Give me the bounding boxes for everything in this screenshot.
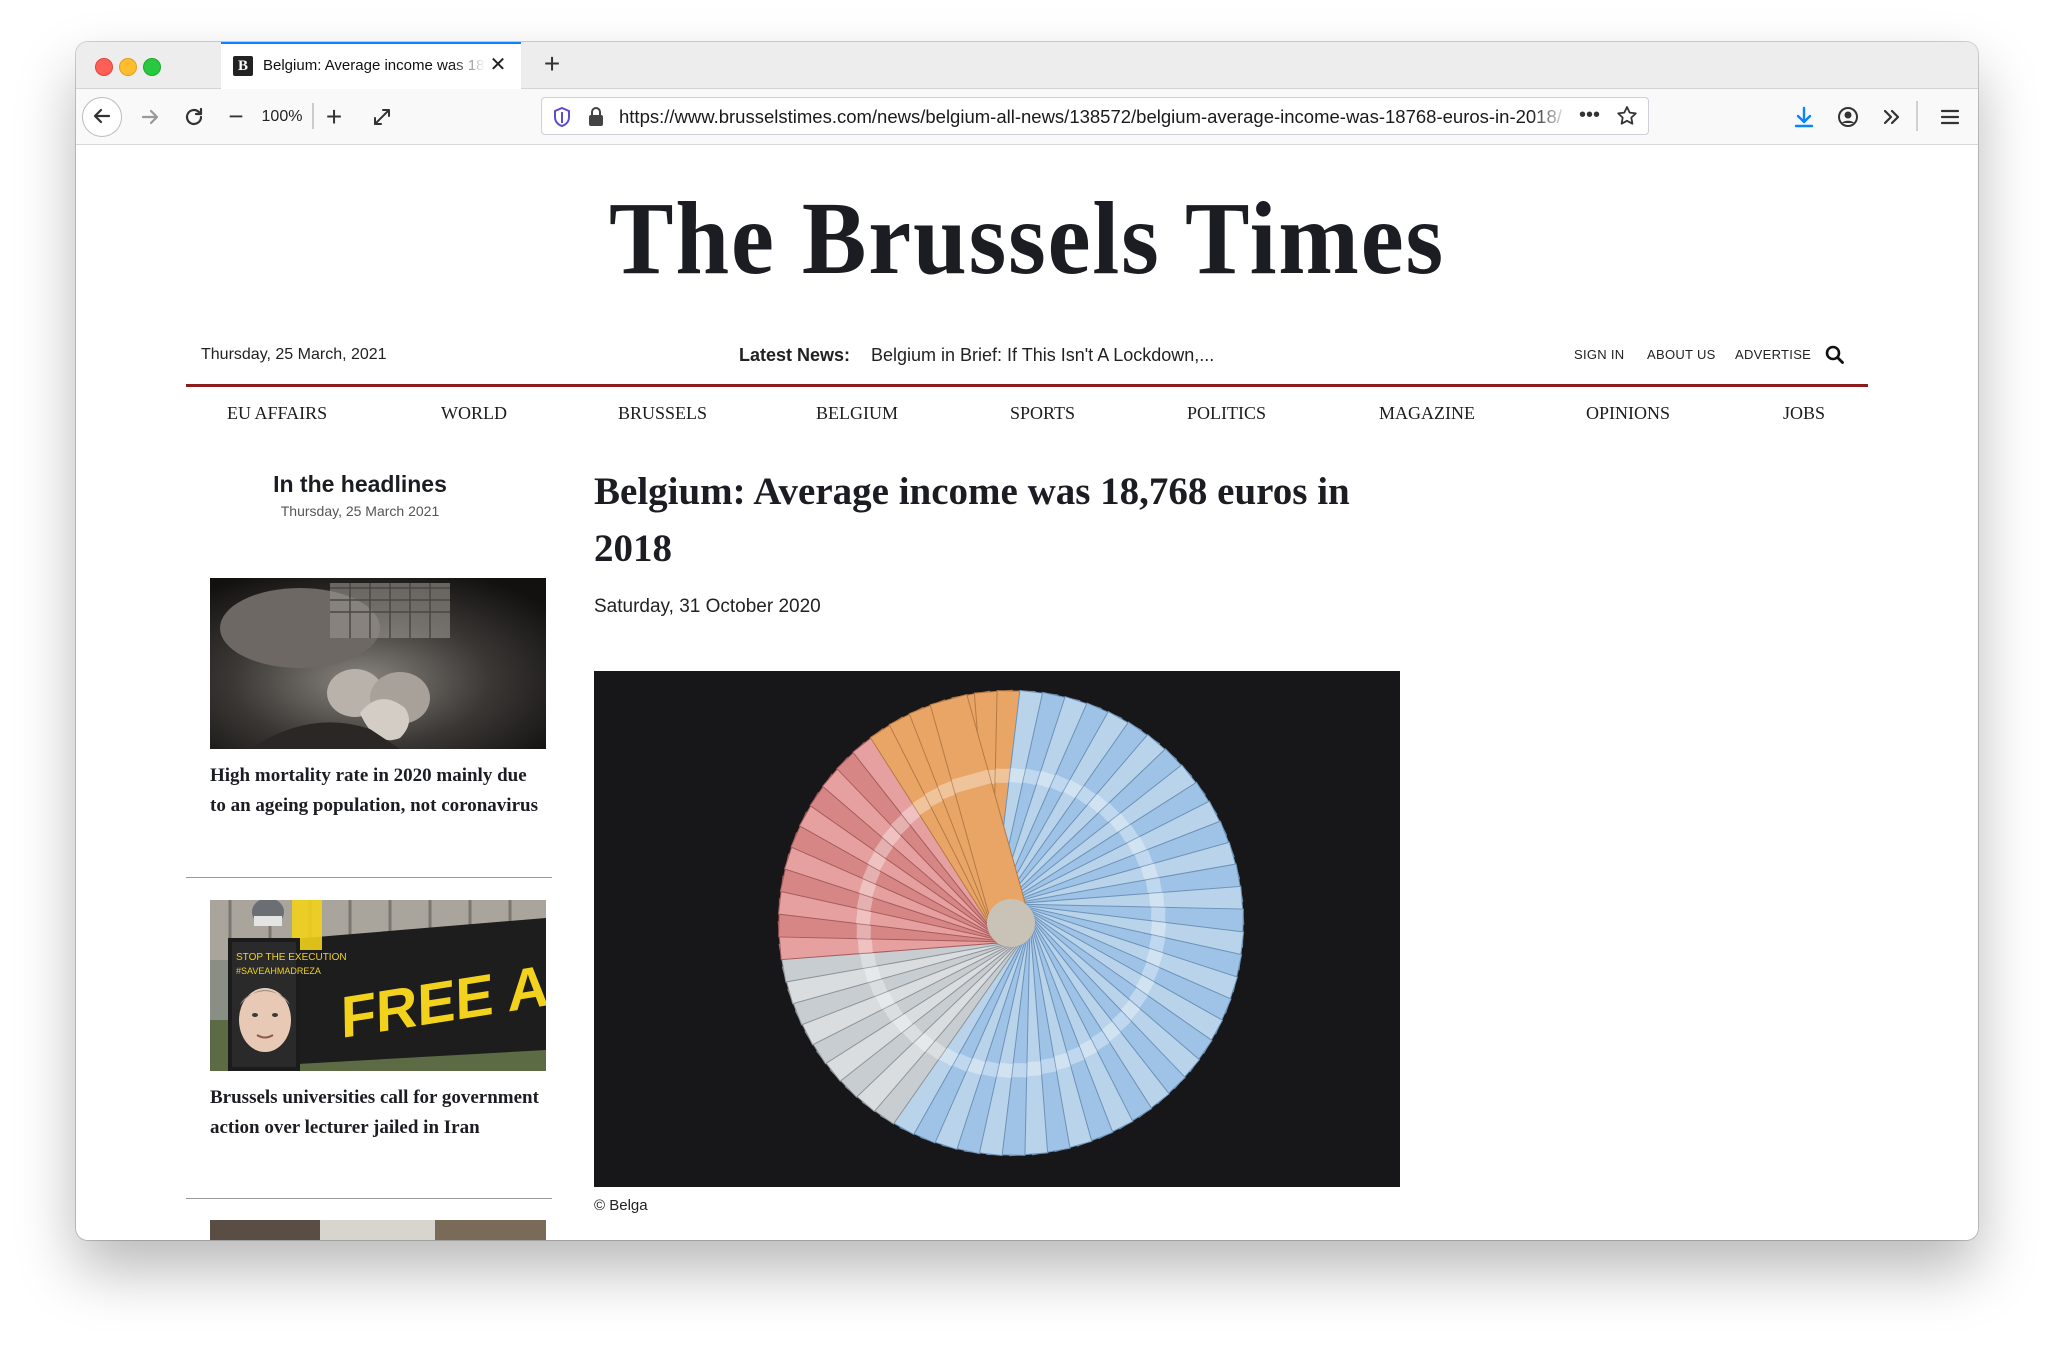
lock-icon[interactable]: [587, 106, 605, 133]
nav-brussels[interactable]: BRUSSELS: [618, 393, 707, 433]
zoom-divider: [312, 103, 314, 129]
back-button[interactable]: [82, 97, 122, 137]
sidebar-divider: [186, 1198, 552, 1199]
about-us-link[interactable]: ABOUT US: [1647, 331, 1716, 379]
nav-politics[interactable]: POLITICS: [1187, 393, 1266, 433]
advertise-link[interactable]: ADVERTISE: [1735, 331, 1811, 379]
downloads-icon[interactable]: [1784, 89, 1824, 144]
article-date: Saturday, 31 October 2020: [594, 596, 821, 617]
search-icon[interactable]: [1824, 344, 1846, 371]
headline-link-1[interactable]: High mortality rate in 2020 mainly due t…: [210, 761, 546, 821]
zoom-level[interactable]: 100%: [256, 89, 308, 144]
hamburger-menu-icon[interactable]: [1930, 89, 1970, 144]
headline-thumbnail-1[interactable]: [210, 578, 546, 749]
account-icon[interactable]: [1828, 89, 1868, 144]
reload-icon: [185, 107, 203, 125]
headline-thumbnail-3[interactable]: [210, 1220, 546, 1240]
nav-sports[interactable]: SPORTS: [1010, 393, 1075, 433]
address-bar[interactable]: https://www.brusselstimes.com/news/belgi…: [541, 97, 1649, 135]
tab-title: Belgium: Average income was 18,768 euros…: [263, 57, 485, 74]
close-tab-icon[interactable]: ✕: [487, 54, 509, 76]
forward-button[interactable]: [130, 89, 170, 144]
sidebar-date: Thursday, 25 March 2021: [280, 503, 440, 519]
tab-strip: B Belgium: Average income was 18,768 eur…: [76, 42, 1978, 89]
navigation-toolbar: − 100% + https://www.brusselstimes.com/n…: [76, 89, 1978, 145]
main-navigation: EU AFFAIRS WORLD BRUSSELS BELGIUM SPORTS…: [186, 393, 1868, 433]
nav-belgium[interactable]: BELGIUM: [816, 393, 898, 433]
nav-eu-affairs[interactable]: EU AFFAIRS: [227, 393, 327, 433]
sign-text: STOP THE EXECUTION: [236, 952, 347, 963]
nav-world[interactable]: WORLD: [441, 393, 507, 433]
top-info-bar: Thursday, 25 March, 2021 Latest News: Be…: [186, 331, 1868, 379]
forward-arrow-icon: [141, 109, 159, 124]
minimize-window-button[interactable]: [119, 58, 137, 76]
new-tab-button[interactable]: +: [538, 50, 566, 78]
zoom-in-button[interactable]: +: [316, 89, 352, 144]
active-tab[interactable]: B Belgium: Average income was 18,768 eur…: [221, 42, 521, 89]
sidebar-title: In the headlines: [273, 471, 447, 497]
headline-link-2[interactable]: Brussels universities call for governmen…: [210, 1083, 546, 1143]
tracking-protection-icon[interactable]: [552, 106, 572, 133]
fullscreen-button[interactable]: [362, 89, 402, 144]
favicon-icon: B: [233, 56, 253, 76]
zoom-window-button[interactable]: [143, 58, 161, 76]
overflow-menu-icon[interactable]: [1872, 89, 1912, 144]
back-arrow-icon: [93, 108, 111, 123]
sign-in-link[interactable]: SIGN IN: [1574, 331, 1625, 379]
nav-opinions[interactable]: OPINIONS: [1586, 393, 1670, 433]
close-window-button[interactable]: [95, 58, 113, 76]
reload-button[interactable]: [174, 89, 214, 144]
zoom-out-button[interactable]: −: [218, 89, 254, 144]
browser-window: B Belgium: Average income was 18,768 eur…: [76, 42, 1978, 1240]
image-caption: © Belga: [594, 1197, 648, 1214]
sidebar-divider: [186, 877, 552, 878]
headline-thumbnail-2[interactable]: FREE AHMADREZA STOP THE EXECUTION #SAVEA…: [210, 900, 546, 1071]
article-hero-image: [594, 671, 1400, 1187]
site-masthead[interactable]: The Brussels Times: [143, 179, 1912, 298]
web-page: The Brussels Times Thursday, 25 March, 2…: [76, 145, 1978, 1240]
header-divider: [186, 384, 1868, 387]
page-actions-icon[interactable]: •••: [1579, 98, 1600, 132]
article-title: Belgium: Average income was 18,768 euros…: [594, 470, 1350, 570]
nav-magazine[interactable]: MAGAZINE: [1379, 393, 1475, 433]
url-text[interactable]: https://www.brusselstimes.com/news/belgi…: [619, 98, 1569, 136]
bookmark-star-icon[interactable]: [1615, 104, 1639, 133]
nav-jobs[interactable]: JOBS: [1783, 393, 1825, 433]
expand-icon: [374, 108, 390, 125]
current-date: Thursday, 25 March, 2021: [201, 346, 387, 363]
svg-text:#SAVEAHMADREZA: #SAVEAHMADREZA: [236, 966, 321, 976]
toolbar-divider: [1916, 101, 1918, 131]
latest-news-label: Latest News:: [739, 345, 851, 365]
latest-news-link[interactable]: Belgium in Brief: If This Isn't A Lockdo…: [871, 331, 1214, 379]
